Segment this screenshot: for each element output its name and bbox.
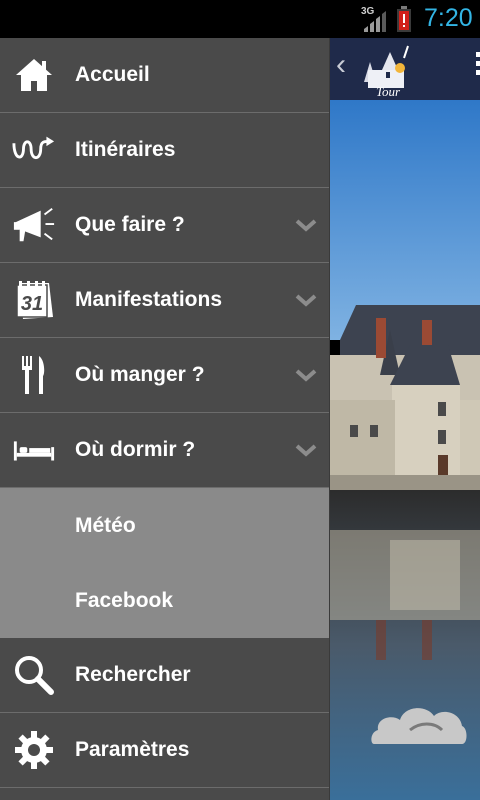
menu-item-label: Manifestations [75,288,223,311]
chevron-down-icon[interactable] [295,368,317,382]
weather-cloud-icon[interactable] [370,698,468,748]
calendar-day: 31 [21,293,43,315]
menu-item-label: Météo [75,514,136,537]
battery-icon [397,6,411,32]
menu-item-label: Facebook [75,589,174,612]
home-icon [12,53,56,97]
menu-item-parametres[interactable]: Paramètres [0,713,329,788]
overflow-menu-icon[interactable] [476,52,480,76]
menu-item-label: Accueil [75,63,150,86]
sub-menu-group: Météo Facebook [0,488,329,638]
chevron-down-icon[interactable] [295,443,317,457]
navigation-drawer: Accueil Itinéraires Que faire ? 31 Manif… [0,38,330,800]
menu-item-label: Où manger ? [75,363,205,386]
logo-text: Tour [376,84,401,98]
status-bar: 3G 7:20 [0,0,480,38]
calendar-icon: 31 [12,278,56,322]
chevron-down-icon[interactable] [295,293,317,307]
menu-item-que-faire[interactable]: Que faire ? [0,188,329,263]
menu-item-ou-manger[interactable]: Où manger ? [0,338,329,413]
signal-icon [364,11,386,32]
menu-item-label: Itinéraires [75,138,176,161]
menu-item-itineraires[interactable]: Itinéraires [0,113,329,188]
menu-item-accueil[interactable]: Accueil [0,38,329,113]
route-icon [12,128,56,172]
back-chevron-icon[interactable]: ‹ [336,50,346,80]
menu-item-rechercher[interactable]: Rechercher [0,638,329,713]
castle-photo [330,100,480,800]
chevron-down-icon[interactable] [295,218,317,232]
fork-knife-icon [12,353,56,397]
menu-item-label: Où dormir ? [75,438,196,461]
menu-item-label: Paramètres [75,738,190,761]
menu-item-ou-dormir[interactable]: Où dormir ? [0,413,329,488]
menu-item-manifestations[interactable]: 31 Manifestations [0,263,329,338]
search-icon [12,653,56,697]
menu-item-meteo[interactable]: Météo [0,488,329,563]
bed-icon [12,428,56,472]
app-background: ‹ Tour [330,38,480,800]
app-logo[interactable]: Tour [356,42,418,98]
app-header: ‹ Tour [330,38,480,100]
menu-item-label: Rechercher [75,663,191,686]
clock: 7:20 [424,4,473,32]
menu-item-facebook[interactable]: Facebook [0,563,329,638]
megaphone-icon [12,203,56,247]
gear-icon [12,728,56,772]
menu-item-label: Que faire ? [75,213,185,236]
